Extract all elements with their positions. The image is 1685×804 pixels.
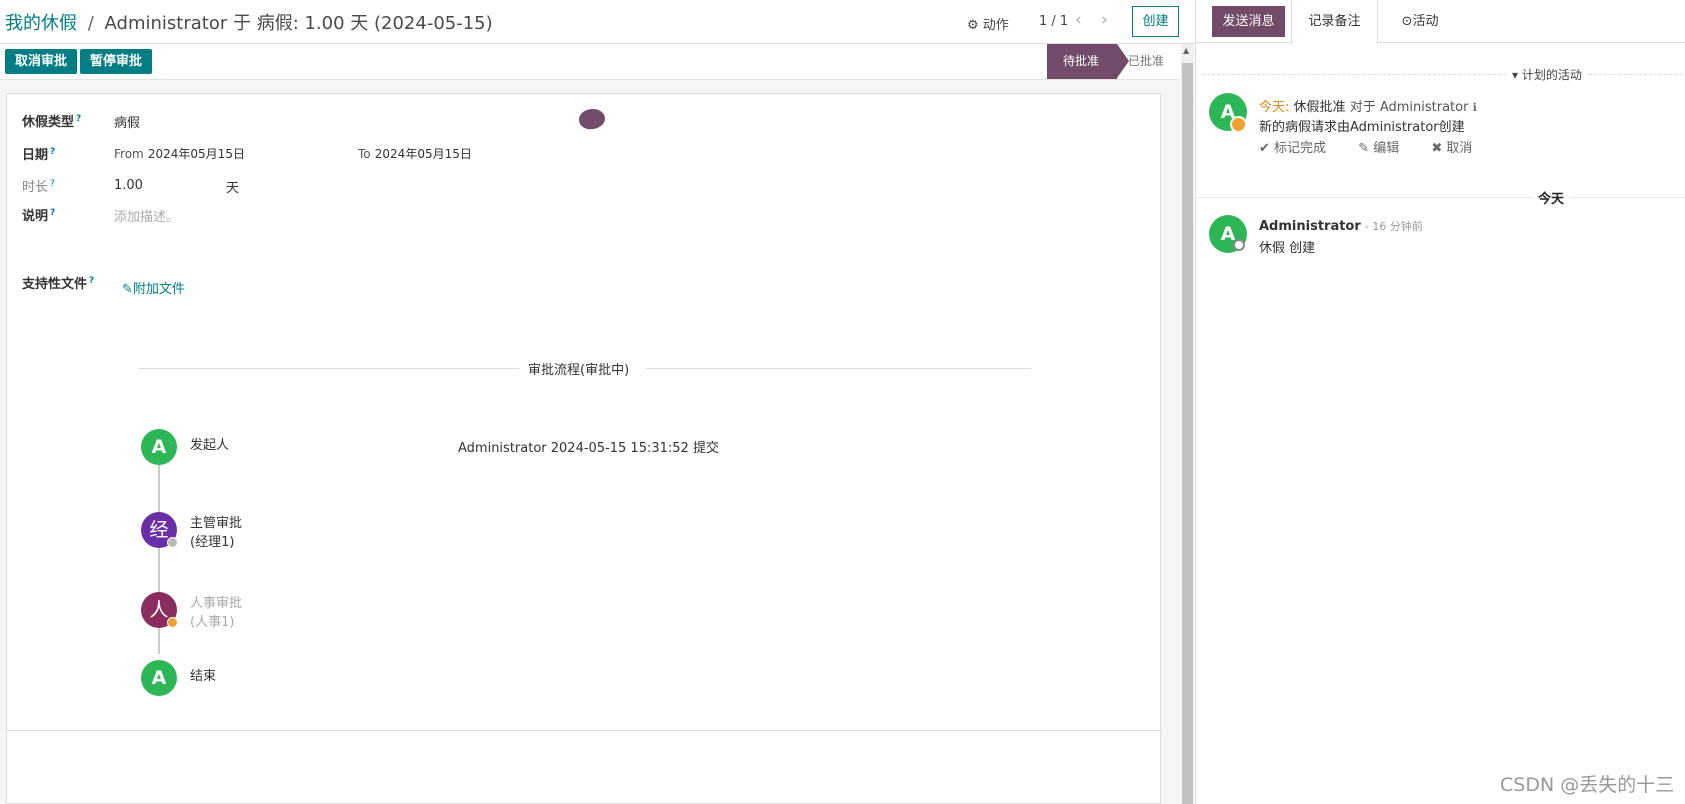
- stage-approved[interactable]: 已批准: [1127, 44, 1164, 79]
- flow-divider-right: [645, 368, 1031, 369]
- date-from-field[interactable]: From 2024年05月15日: [114, 145, 245, 162]
- leave-type-label: 休假类型?: [22, 113, 82, 130]
- flow-step-hr-sub: (人事1): [190, 615, 235, 630]
- log-note-tab[interactable]: 记录备注: [1291, 0, 1378, 44]
- breadcrumb-parent-link[interactable]: 我的休假: [5, 13, 77, 34]
- flow-step-end: 结束: [190, 669, 217, 684]
- chatter-panel: 发送消息 记录备注 ⊙活动 ▾ 计划的活动 A 今天: 休假批准 对于 Admi…: [1195, 0, 1685, 804]
- status-bar: 取消审批 暂停审批 待批准 已批准: [0, 44, 1180, 80]
- description-input[interactable]: 添加描述。: [114, 206, 179, 225]
- chevron-right-icon[interactable]: ›: [1101, 10, 1108, 30]
- cancel-approval-button[interactable]: 取消审批: [5, 49, 78, 74]
- help-icon: ?: [50, 146, 56, 157]
- pending-badge-icon: [167, 617, 178, 628]
- chevron-left-icon[interactable]: ‹: [1075, 10, 1082, 30]
- today-divider-line: [1196, 197, 1685, 198]
- watermark: CSDN @丢失的十三: [1500, 774, 1675, 796]
- action-menu-label: 动作: [982, 18, 1009, 33]
- activity-summary: 新的病假请求由Administrator创建: [1259, 120, 1465, 135]
- form-footer-divider: [7, 730, 1162, 731]
- send-message-button[interactable]: 发送消息: [1212, 6, 1285, 37]
- form-sheet: 休假类型? 病假 日期? From 2024年05月15日 To 2024年05…: [6, 93, 1162, 804]
- message-header: Administrator - 16 分钟前: [1259, 218, 1423, 234]
- message-body: 休假 创建: [1259, 241, 1316, 256]
- help-icon: ?: [50, 207, 56, 218]
- message-author[interactable]: Administrator: [1259, 219, 1361, 234]
- control-panel: 我的休假 / Administrator 于 病假: 1.00 天 (2024-…: [0, 0, 1195, 44]
- help-icon: ?: [76, 113, 82, 124]
- edit-badge-icon: [167, 537, 178, 548]
- today-divider: 今天: [1532, 188, 1571, 207]
- duration-unit: 天: [226, 181, 240, 196]
- duration-field[interactable]: 1.00: [114, 178, 143, 193]
- app-window: 我的休假 / Administrator 于 病假: 1.00 天 (2024-…: [0, 0, 1685, 804]
- avatar: A: [141, 660, 177, 696]
- activity-type: 休假批准: [1293, 100, 1346, 115]
- from-label: From: [114, 147, 144, 161]
- message-time: - 16 分钟前: [1364, 220, 1423, 233]
- scrollbar-thumb[interactable]: [1182, 63, 1193, 804]
- help-icon: ?: [89, 275, 95, 286]
- breadcrumb-current: Administrator 于 病假: 1.00 天 (2024-05-15): [104, 13, 493, 34]
- activity-due: 今天:: [1259, 100, 1290, 115]
- create-button[interactable]: 创建: [1132, 6, 1179, 37]
- flow-step-manager-name: 主管审批: [190, 516, 243, 531]
- attach-file-link[interactable]: ✎附加文件: [122, 278, 185, 297]
- flow-title: 审批流程(审批中): [528, 363, 630, 378]
- flow-step-hr-name: 人事审批: [190, 596, 243, 611]
- planned-activities-toggle[interactable]: ▾ 计划的活动: [1506, 66, 1588, 83]
- paperclip-icon: ✎: [122, 282, 133, 297]
- to-label: To: [358, 147, 371, 161]
- to-value: 2024年05月15日: [374, 147, 472, 161]
- chatter-tabs: 发送消息 记录备注 ⊙活动: [1196, 0, 1685, 44]
- activity-for: 对于 Administrator: [1349, 100, 1469, 115]
- from-value: 2024年05月15日: [147, 147, 245, 161]
- activity-header: 今天: 休假批准 对于 Administrator ℹ: [1259, 96, 1477, 115]
- mark-done-button[interactable]: ✔ 标记完成: [1259, 141, 1340, 156]
- scroll-up-arrow-icon[interactable]: ▲: [1183, 46, 1189, 55]
- pause-approval-button[interactable]: 暂停审批: [80, 49, 153, 74]
- action-menu-button[interactable]: ⚙ 动作: [967, 14, 1009, 33]
- flow-step-manager-sub: (经理1): [190, 535, 235, 550]
- drop-shape-icon: [577, 106, 607, 132]
- help-icon: ?: [50, 178, 55, 189]
- date-to-field[interactable]: To 2024年05月15日: [358, 145, 472, 162]
- breadcrumb-separator: /: [87, 13, 94, 34]
- clock-icon: ⊙: [1401, 14, 1413, 29]
- offline-status-icon: [1233, 239, 1245, 251]
- flow-step-initiator: 发起人: [190, 438, 230, 453]
- form-view: 我的休假 / Administrator 于 病假: 1.00 天 (2024-…: [0, 0, 1195, 804]
- avatar: A: [141, 429, 177, 465]
- flow-step-initiator-info: Administrator 2024-05-15 15:31:52 提交: [458, 441, 719, 456]
- flow-step-manager: 主管审批 (经理1): [190, 514, 242, 552]
- stage-pending[interactable]: 待批准: [1047, 44, 1117, 79]
- gear-icon: ⚙: [967, 18, 979, 33]
- description-label: 说明?: [22, 207, 56, 224]
- attachment-label: 支持性文件?: [22, 275, 95, 292]
- leave-type-field[interactable]: 病假: [114, 112, 140, 131]
- breadcrumb: 我的休假 / Administrator 于 病假: 1.00 天 (2024-…: [5, 9, 493, 35]
- caret-down-icon: ▾: [1512, 68, 1519, 82]
- pager-value[interactable]: 1 / 1: [1039, 14, 1068, 29]
- activity-actions: ✔ 标记完成 ✎ 编辑 ✖ 取消: [1259, 137, 1500, 156]
- duration-label: 时长?: [22, 178, 55, 195]
- activity-tab[interactable]: ⊙活动: [1380, 0, 1460, 43]
- date-label: 日期?: [22, 146, 56, 163]
- flow-divider-left: [138, 368, 519, 369]
- cancel-activity-button[interactable]: ✖ 取消: [1431, 141, 1486, 156]
- flow-step-hr: 人事审批 (人事1): [190, 594, 242, 632]
- planned-activities-divider: [1202, 74, 1682, 75]
- info-icon[interactable]: ℹ: [1473, 101, 1477, 114]
- edit-activity-button[interactable]: ✎ 编辑: [1358, 141, 1413, 156]
- clock-badge-icon: [1230, 116, 1247, 133]
